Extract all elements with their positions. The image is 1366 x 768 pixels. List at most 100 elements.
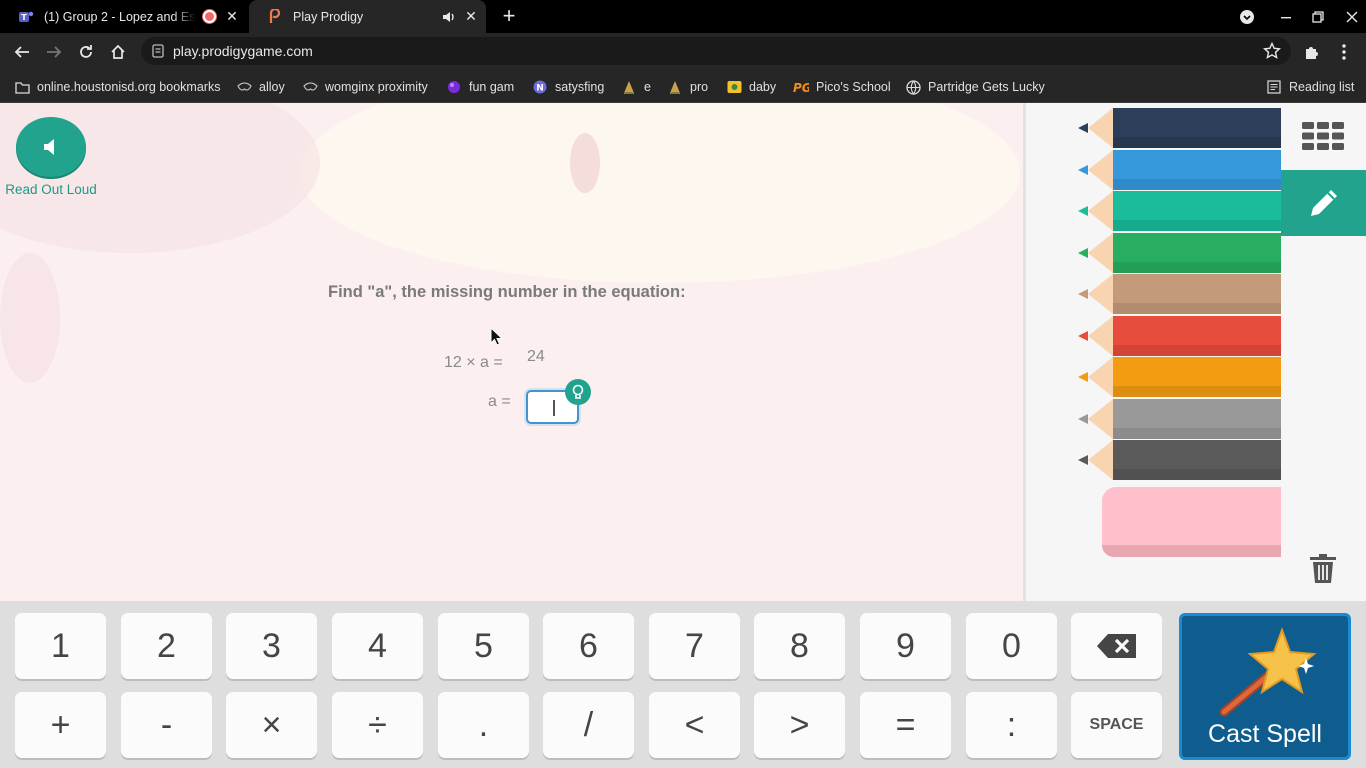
key-row2-9[interactable]: : [966,692,1057,758]
pencil-stripe [1113,178,1284,190]
read-out-loud-button[interactable] [16,117,86,177]
bookmark-item[interactable]: daby [726,77,776,97]
key-row1-5[interactable]: 6 [543,613,634,679]
pencil-color-0[interactable] [1078,108,1284,148]
cast-spell-button[interactable]: Cast Spell [1179,613,1351,760]
pencil-color-7[interactable] [1078,398,1284,439]
pencil-tool-button[interactable] [1281,170,1366,236]
space-key[interactable]: SPACE [1071,692,1162,758]
key-row1-0[interactable]: 1 [15,613,106,679]
bookmark-item[interactable]: fun gam [446,77,514,97]
hint-button[interactable] [565,379,591,405]
bookmark-star-icon[interactable] [1262,41,1282,65]
bookmark-item[interactable]: e [621,77,651,97]
key-row2-8[interactable]: = [860,692,951,758]
bookmark-item[interactable]: alloy [236,77,285,97]
key-row1-6[interactable]: 7 [649,613,740,679]
key-row1-4[interactable]: 5 [438,613,529,679]
pencil-wood [1088,149,1113,190]
pencil-lead [1078,413,1088,424]
key-row1-9[interactable]: 0 [966,613,1057,679]
new-tab-button[interactable]: + [499,5,519,27]
tab-teams[interactable]: T (1) Group 2 - Lopez and Espa ✕ [0,0,247,33]
pg-logo-icon: PG [793,79,809,95]
reload-icon[interactable] [76,42,96,62]
key-row1-2[interactable]: 3 [226,613,317,679]
key-row2-5[interactable]: / [543,692,634,758]
speaker-icon[interactable] [441,9,457,28]
recording-icon [203,10,216,23]
tab-strip: T (1) Group 2 - Lopez and Espa ✕ Play Pr… [0,0,1366,33]
pencil-body [1113,191,1284,231]
close-icon[interactable]: ✕ [463,8,479,24]
pencil-body [1113,315,1284,356]
tab-search-icon[interactable] [1238,8,1256,26]
pencil-color-3[interactable] [1078,232,1284,273]
pencil-icon [1310,190,1337,216]
text-caret [553,400,555,416]
mouse-cursor-icon [490,326,504,352]
pencil-color-8[interactable] [1078,440,1284,480]
pencil-lead [1078,372,1088,382]
close-icon[interactable]: ✕ [224,8,240,24]
mask-icon [302,79,318,95]
background-cloud [300,103,1020,283]
globe-icon [905,79,921,95]
key-row2-2[interactable]: × [226,692,317,758]
extensions-icon[interactable] [1302,42,1322,62]
pencil-color-6[interactable] [1078,357,1284,397]
pencil-lead [1078,247,1088,258]
bookmark-item[interactable]: pro [667,77,708,97]
read-out-loud-label: Read Out Loud [5,182,97,197]
restore-icon[interactable] [1309,8,1327,26]
menu-icon[interactable] [1334,42,1354,62]
dab-icon [726,79,742,95]
eraser-edge [1102,545,1284,557]
tab-play-prodigy[interactable]: Play Prodigy ✕ [249,0,486,33]
address-bar[interactable]: play.prodigygame.com [141,37,1291,65]
pencil-color-4[interactable] [1078,274,1284,314]
forward-icon[interactable] [44,42,64,62]
bookmark-item[interactable]: PG Pico's School [793,77,891,97]
pencil-wood [1088,398,1113,439]
pencil-wood [1088,108,1113,148]
key-row2-1[interactable]: - [121,692,212,758]
grid-icon[interactable] [1302,122,1344,155]
backspace-key[interactable] [1071,613,1162,679]
pencil-body [1113,398,1284,439]
svg-text:PG: PG [793,81,809,94]
pencil-stripe [1113,220,1284,231]
folder-icon [14,79,30,95]
key-row2-0[interactable]: + [15,692,106,758]
pencil-color-2[interactable] [1078,191,1284,231]
bookmark-item[interactable]: N satysfing [532,77,604,97]
pencil-color-1[interactable] [1078,149,1284,190]
key-row1-7[interactable]: 8 [754,613,845,679]
magic-wand-icon [1219,627,1317,717]
bookmark-item[interactable]: online.houstonisd.org bookmarks [14,77,220,97]
page-info-icon[interactable] [151,44,165,63]
key-row1-1[interactable]: 2 [121,613,212,679]
pencil-color-5[interactable] [1078,315,1284,356]
pencil-wood [1088,274,1113,314]
key-row2-3[interactable]: ÷ [332,692,423,758]
key-row1-3[interactable]: 4 [332,613,423,679]
eraser[interactable] [1102,487,1284,557]
bookmark-item[interactable]: womginx proximity [302,77,428,97]
pencil-wood [1088,440,1113,480]
pencil-body [1113,274,1284,314]
key-row2-7[interactable]: > [754,692,845,758]
back-icon[interactable] [12,42,32,62]
key-row2-6[interactable]: < [649,692,740,758]
close-window-icon[interactable] [1343,8,1361,26]
trash-icon[interactable] [1309,554,1337,589]
bookmark-item[interactable]: Partridge Gets Lucky [905,77,1045,97]
reading-list-icon [1266,79,1282,95]
pencil-lead [1078,330,1088,341]
home-icon[interactable] [108,42,128,62]
minimize-icon[interactable] [1277,8,1295,26]
key-row2-4[interactable]: . [438,692,529,758]
lightbulb-icon [572,384,584,399]
key-row1-8[interactable]: 9 [860,613,951,679]
reading-list-button[interactable]: Reading list [1266,77,1354,97]
